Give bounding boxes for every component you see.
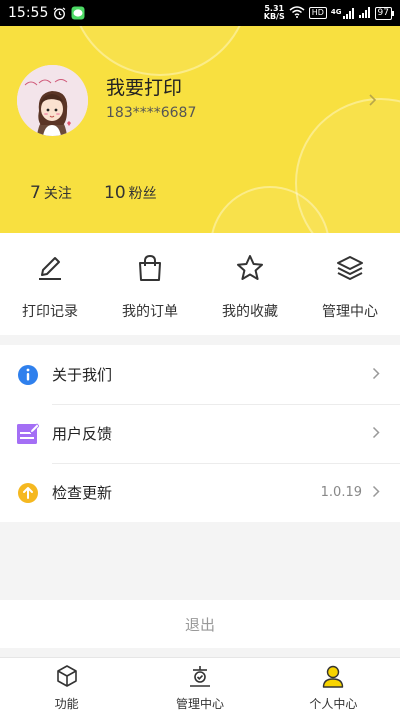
chevron-right-icon <box>372 424 380 443</box>
status-time: 15:55 <box>8 5 49 21</box>
tab-management-center[interactable]: 管理中心 <box>133 658 266 711</box>
decor-bubble <box>70 26 250 76</box>
info-icon <box>17 364 39 386</box>
battery-indicator: 97 <box>374 6 395 20</box>
app-version: 1.0.19 <box>320 485 362 500</box>
fans-count: 10 <box>104 183 126 203</box>
pencil-icon <box>35 253 65 287</box>
management-center-button[interactable]: 管理中心 <box>300 233 400 335</box>
follow-stat[interactable]: 7 关注 <box>30 183 72 203</box>
fans-stat[interactable]: 10 粉丝 <box>104 183 157 203</box>
layers-icon <box>335 253 365 287</box>
signal-icon <box>358 6 371 20</box>
tab-personal-center[interactable]: 个人中心 <box>267 658 400 711</box>
update-icon <box>17 482 39 504</box>
menu-item-feedback[interactable]: 用户反馈 <box>0 404 400 463</box>
follow-count: 7 <box>30 183 41 203</box>
my-orders-button[interactable]: 我的订单 <box>100 233 200 335</box>
management-icon <box>188 664 212 692</box>
tab-functions[interactable]: 功能 <box>0 658 133 711</box>
menu-item-about-us[interactable]: 关于我们 <box>0 345 400 404</box>
shortcut-label: 我的收藏 <box>222 304 278 320</box>
print-records-button[interactable]: 打印记录 <box>0 233 100 335</box>
shopping-bag-icon <box>135 253 165 287</box>
fans-label: 粉丝 <box>128 186 157 202</box>
shortcut-grid: 打印记录 我的订单 我的收藏 管理中心 <box>0 233 400 335</box>
settings-menu: 关于我们 用户反馈 检查更新 1.0.19 <box>0 345 400 522</box>
avatar[interactable] <box>17 65 88 136</box>
tab-label: 管理中心 <box>175 697 224 711</box>
person-icon <box>321 664 345 692</box>
username: 我要打印 <box>106 77 183 99</box>
menu-item-label: 关于我们 <box>52 366 113 384</box>
chevron-right-icon <box>372 365 380 384</box>
chevron-right-icon <box>372 483 380 502</box>
feedback-icon <box>17 422 39 445</box>
phone-number: 183****6687 <box>106 105 197 121</box>
status-bar: 15:55 5.31 KB/S HD 4G 97 <box>0 0 400 26</box>
profile-header[interactable]: 我要打印 183****6687 7 关注 10 粉丝 <box>0 26 400 233</box>
wifi-icon <box>289 6 305 20</box>
wechat-notification-icon <box>71 6 85 20</box>
shortcut-label: 打印记录 <box>22 304 78 320</box>
shortcut-label: 我的订单 <box>122 304 178 320</box>
chevron-right-icon[interactable] <box>368 92 377 111</box>
shortcut-label: 管理中心 <box>322 304 378 320</box>
network-speed: 5.31 KB/S <box>263 4 285 21</box>
menu-item-label: 用户反馈 <box>52 425 113 443</box>
star-icon <box>235 253 265 287</box>
cube-icon <box>55 664 79 692</box>
menu-item-label: 检查更新 <box>52 484 113 502</box>
bottom-tab-bar: 功能 管理中心 个人中心 <box>0 657 400 711</box>
signal-4g-icon: 4G <box>331 7 355 19</box>
logout-button[interactable]: 退出 <box>0 600 400 648</box>
my-favorites-button[interactable]: 我的收藏 <box>200 233 300 335</box>
tab-label: 功能 <box>54 697 79 711</box>
alarm-icon <box>53 7 66 20</box>
menu-item-check-update[interactable]: 检查更新 1.0.19 <box>0 463 400 522</box>
follow-label: 关注 <box>43 186 72 202</box>
hd-badge: HD <box>308 7 327 19</box>
tab-label: 个人中心 <box>309 697 358 711</box>
